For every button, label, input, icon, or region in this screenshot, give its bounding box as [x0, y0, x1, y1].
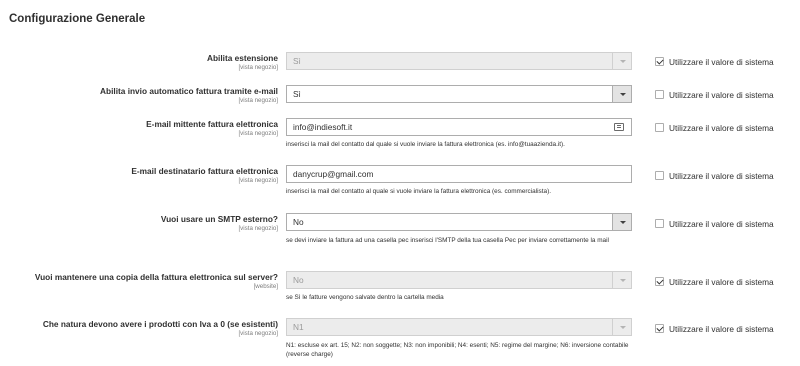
scope-label: [vista negozio] [238, 330, 278, 337]
use-system-value-toggle[interactable]: Utilizzare il valore di sistema [655, 56, 774, 67]
auto-send-invoice-select[interactable]: Sì [286, 85, 632, 103]
chevron-down-icon [612, 53, 631, 69]
use-system-value-checkbox[interactable] [655, 324, 664, 334]
scope-label: [vista negozio] [238, 97, 278, 104]
sender-email-input[interactable]: info@indiesoft.it [286, 118, 632, 136]
field-label: Vuoi mantenere una copia della fattura e… [34, 272, 278, 282]
scope-label: [vista negozio] [238, 225, 278, 232]
use-system-value-toggle[interactable]: Utilizzare il valore di sistema [655, 323, 774, 334]
input-value: info@indiesoft.it [293, 122, 353, 132]
chevron-down-icon [612, 86, 631, 102]
external-smtp-select[interactable]: No [286, 213, 632, 231]
field-label: E-mail destinatario fattura elettronica [131, 166, 278, 176]
field-label: E-mail mittente fattura elettronica [146, 119, 278, 129]
use-system-value-label: Utilizzare il valore di sistema [669, 89, 774, 100]
field-note: se Sì le fatture vengono salvate dentro … [286, 294, 444, 301]
select-value: N1 [293, 322, 304, 332]
use-system-value-label: Utilizzare il valore di sistema [669, 122, 774, 133]
use-system-value-toggle[interactable]: Utilizzare il valore di sistema [655, 89, 774, 100]
use-system-value-toggle[interactable]: Utilizzare il valore di sistema [655, 276, 774, 287]
field-label-block: E-mail mittente fattura elettronica [vis… [0, 119, 278, 138]
use-system-value-toggle[interactable]: Utilizzare il valore di sistema [655, 170, 774, 181]
use-system-value-label: Utilizzare il valore di sistema [669, 218, 774, 229]
vat-zero-nature-select[interactable]: N1 [286, 318, 632, 336]
field-label-block: Vuoi mantenere una copia della fattura e… [0, 272, 278, 291]
use-system-value-label: Utilizzare il valore di sistema [669, 276, 774, 287]
input-value: danycrup@gmail.com [293, 169, 374, 179]
field-label-block: Che natura devono avere i prodotti con I… [0, 319, 278, 338]
field-label: Abilita estensione [206, 53, 278, 63]
field-label-block: Abilita estensione [vista negozio] [0, 53, 278, 72]
field-note: inserisci la mail del contatto al quale … [286, 188, 551, 195]
field-label: Vuoi usare un SMTP esterno? [160, 214, 278, 224]
enable-extension-select[interactable]: Sì [286, 52, 632, 70]
field-label: Abilita invio automatico fattura tramite… [100, 86, 278, 96]
select-value: No [293, 275, 304, 285]
contact-card-icon[interactable] [614, 123, 624, 131]
select-value: No [293, 217, 304, 227]
scope-label: [vista negozio] [238, 64, 278, 71]
use-system-value-checkbox[interactable] [655, 277, 664, 287]
section-title: Configurazione Generale [9, 13, 146, 25]
use-system-value-checkbox[interactable] [655, 123, 664, 133]
chevron-down-icon [612, 214, 631, 230]
field-note: se devi inviare la fattura ad una casell… [286, 237, 609, 244]
scope-label: [website] [253, 283, 278, 290]
field-label-block: E-mail destinatario fattura elettronica … [0, 166, 278, 185]
use-system-value-checkbox[interactable] [655, 171, 664, 181]
field-label-block: Vuoi usare un SMTP esterno? [vista negoz… [0, 214, 278, 233]
use-system-value-checkbox[interactable] [655, 90, 664, 100]
use-system-value-toggle[interactable]: Utilizzare il valore di sistema [655, 218, 774, 229]
scope-label: [vista negozio] [238, 177, 278, 184]
field-label-block: Abilita invio automatico fattura tramite… [0, 86, 278, 105]
chevron-down-icon [612, 319, 631, 335]
use-system-value-toggle[interactable]: Utilizzare il valore di sistema [655, 122, 774, 133]
field-note: N1: escluse ex art. 15; N2: non soggette… [286, 342, 629, 358]
select-value: Sì [293, 89, 301, 99]
field-label: Che natura devono avere i prodotti con I… [42, 319, 278, 329]
select-value: Sì [293, 56, 301, 66]
use-system-value-label: Utilizzare il valore di sistema [669, 323, 774, 334]
scope-label: [vista negozio] [238, 130, 278, 137]
use-system-value-label: Utilizzare il valore di sistema [669, 56, 774, 67]
use-system-value-checkbox[interactable] [655, 57, 664, 67]
recipient-email-input[interactable]: danycrup@gmail.com [286, 165, 632, 183]
field-note: inserisci la mail del contatto dal quale… [286, 141, 565, 148]
keep-invoice-copy-select[interactable]: No [286, 271, 632, 289]
use-system-value-label: Utilizzare il valore di sistema [669, 170, 774, 181]
use-system-value-checkbox[interactable] [655, 219, 664, 229]
chevron-down-icon [612, 272, 631, 288]
